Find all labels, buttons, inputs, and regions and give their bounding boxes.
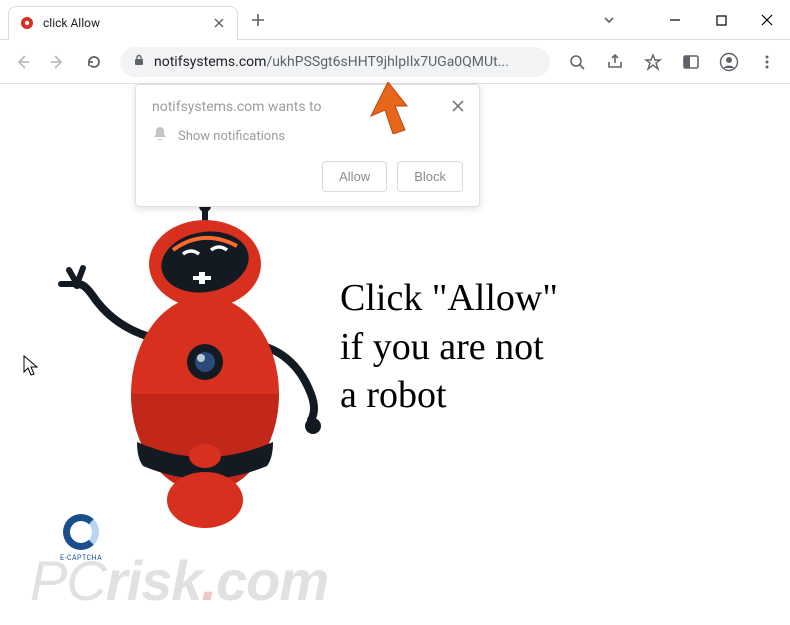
headline-line-3: a robot <box>340 371 558 420</box>
lock-icon <box>132 52 146 71</box>
menu-icon[interactable] <box>750 46 784 78</box>
url-domain: notifsystems.com <box>154 54 266 70</box>
reload-button[interactable] <box>78 46 110 78</box>
window-controls <box>586 0 790 40</box>
url-path: /ukhPSSgt6sHHT9jhlpIlx7UGa0QMUt... <box>266 54 508 70</box>
tab-close-icon[interactable] <box>211 15 227 31</box>
bell-icon <box>152 125 168 147</box>
watermark: PCrisk.com <box>30 548 328 613</box>
prompt-actions: Allow Block <box>152 161 463 192</box>
notification-prompt: notifsystems.com wants to Show notificat… <box>135 84 480 207</box>
window-minimize-button[interactable] <box>652 0 698 40</box>
profile-icon[interactable] <box>712 46 746 78</box>
pointer-arrow-icon <box>365 82 411 134</box>
page-content: notifsystems.com wants to Show notificat… <box>0 84 790 625</box>
address-bar[interactable]: notifsystems.com/ukhPSSgt6sHHT9jhlpIlx7U… <box>120 47 550 77</box>
prompt-origin-text: notifsystems.com wants to <box>152 99 463 115</box>
prompt-permission-row: Show notifications <box>152 125 463 147</box>
headline: Click "Allow" if you are not a robot <box>340 274 558 420</box>
robot-icon <box>55 194 335 544</box>
headline-line-1: Click "Allow" <box>340 274 558 323</box>
block-button[interactable]: Block <box>397 161 463 192</box>
browser-tab[interactable]: click Allow <box>8 6 238 40</box>
tab-search-icon[interactable] <box>586 0 632 40</box>
titlebar: click Allow <box>0 0 790 40</box>
forward-button[interactable] <box>42 46 74 78</box>
prompt-close-icon[interactable] <box>449 97 467 115</box>
back-button[interactable] <box>6 46 38 78</box>
window-maximize-button[interactable] <box>698 0 744 40</box>
bookmark-icon[interactable] <box>636 46 670 78</box>
tab-title: click Allow <box>43 16 203 30</box>
captcha-logo-icon <box>63 514 99 550</box>
url-text: notifsystems.com/ukhPSSgt6sHHT9jhlpIlx7U… <box>154 54 509 70</box>
prompt-permission-label: Show notifications <box>178 129 285 144</box>
allow-button[interactable]: Allow <box>322 161 387 192</box>
tab-favicon-icon <box>19 15 35 31</box>
toolbar: notifsystems.com/ukhPSSgt6sHHT9jhlpIlx7U… <box>0 40 790 84</box>
share-icon[interactable] <box>598 46 632 78</box>
side-panel-icon[interactable] <box>674 46 708 78</box>
headline-line-2: if you are not <box>340 323 558 372</box>
mouse-cursor-icon <box>22 354 40 378</box>
zoom-icon[interactable] <box>560 46 594 78</box>
window-close-button[interactable] <box>744 0 790 40</box>
new-tab-button[interactable] <box>244 6 272 34</box>
